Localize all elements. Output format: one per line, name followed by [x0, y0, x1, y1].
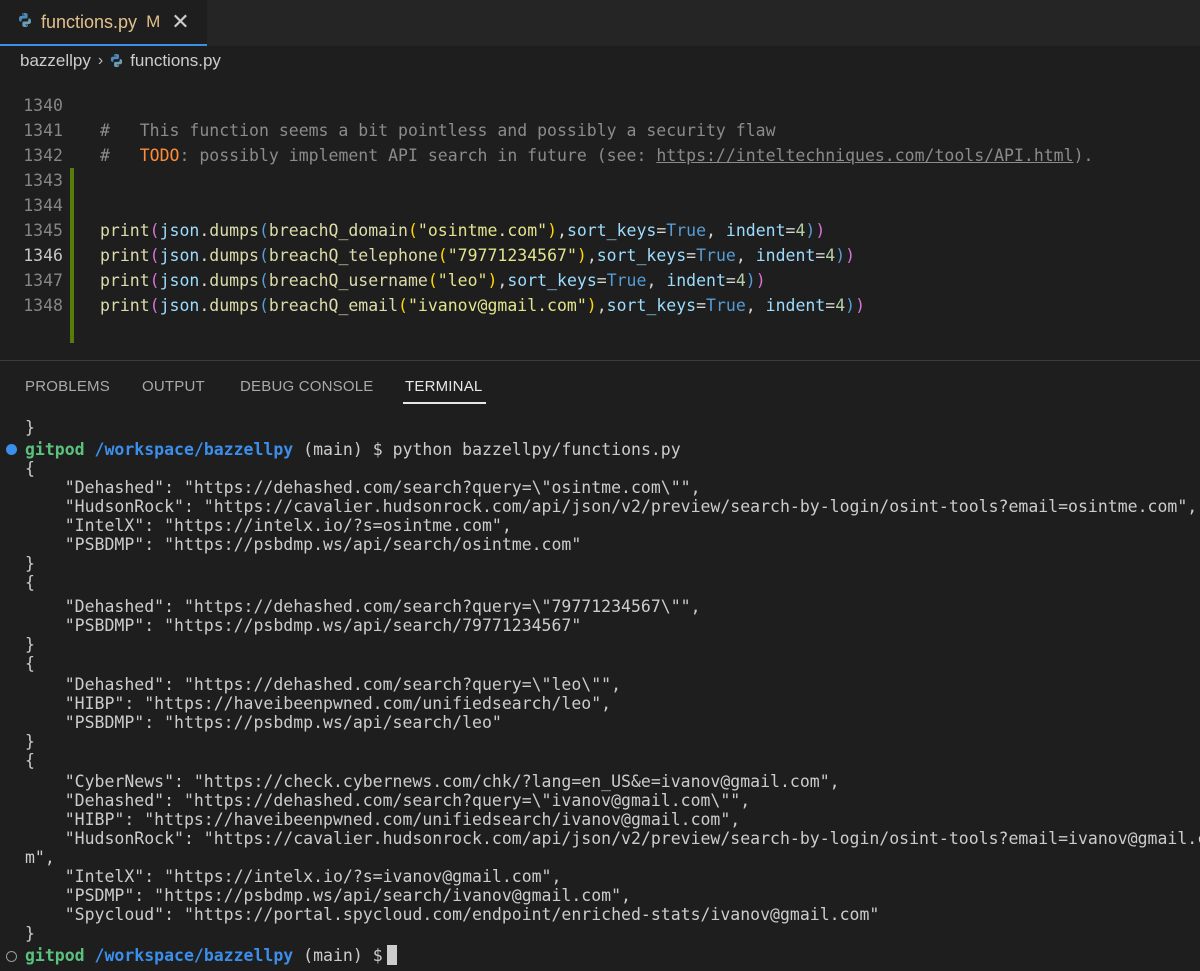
modified-badge: M: [146, 12, 161, 31]
command-success-dot-icon[interactable]: [6, 444, 17, 455]
tab-output[interactable]: OUTPUT: [142, 378, 205, 395]
code-line: 1345 print(json.dumps(breachQ_username("…: [0, 193, 1200, 290]
code-line: 1348: [0, 268, 1200, 343]
terminal-line: {: [25, 751, 35, 770]
terminal-cursor: [386, 945, 397, 965]
terminal-line: "Spycloud": "https://portal.spycloud.com…: [25, 905, 880, 924]
terminal-line: {: [25, 654, 35, 673]
terminal-prompt-line: gitpod /workspace/bazzellpy (main) $: [25, 945, 397, 967]
terminal-prompt-line: gitpod /workspace/bazzellpy (main) $ pyt…: [25, 440, 681, 459]
python-file-icon: [17, 12, 33, 33]
panel-tab-bar: PROBLEMS OUTPUT DEBUG CONSOLE TERMINAL: [0, 361, 1200, 407]
code-editor[interactable]: 1340 # This function seems a bit pointle…: [0, 70, 1200, 358]
close-icon[interactable]: ✕: [171, 11, 189, 33]
chevron-right-icon: ›: [97, 52, 104, 69]
gutter-modified-marker: [70, 318, 74, 343]
terminal-line: "PSBDMP": "https://psbdmp.ws/api/search/…: [25, 616, 582, 635]
breadcrumb-file[interactable]: functions.py: [130, 51, 221, 71]
command-pending-dot-icon[interactable]: [6, 951, 17, 962]
terminal-command: python bazzellpy/functions.py: [392, 440, 681, 459]
gutter-modified-marker: [70, 293, 74, 318]
code-line: 1346 print(json.dumps(breachQ_email("iva…: [0, 218, 1200, 315]
code-line: 1347: [0, 243, 1200, 318]
code-line: 1343 print(json.dumps(breachQ_domain("os…: [0, 143, 1200, 240]
tab-terminal[interactable]: TERMINAL: [405, 378, 482, 395]
breadcrumb-root[interactable]: bazzellpy: [20, 51, 91, 71]
active-tab-indicator: [403, 402, 486, 404]
tab-problems[interactable]: PROBLEMS: [25, 378, 110, 395]
terminal-output[interactable]: } gitpod /workspace/bazzellpy (main) $ p…: [0, 414, 1200, 971]
code-line: 1342: [0, 118, 1200, 193]
tab-filename: functions.py: [41, 11, 138, 32]
tab-functions-py[interactable]: functions.py M ✕: [0, 0, 207, 46]
code-line: 1341 # TODO: possibly implement API sear…: [0, 93, 1200, 165]
terminal-line: "PSBDMP": "https://psbdmp.ws/api/search/…: [25, 713, 502, 732]
terminal-line: }: [25, 418, 35, 437]
python-file-icon: [109, 51, 124, 71]
code-line: 1344 print(json.dumps(breachQ_telephone(…: [0, 168, 1200, 265]
terminal-line: "PSBDMP": "https://psbdmp.ws/api/search/…: [25, 535, 582, 554]
line-number: 1348: [23, 296, 63, 315]
terminal-line: {: [25, 573, 35, 592]
terminal-line: }: [25, 924, 35, 943]
editor-tab-bar: functions.py M ✕: [0, 0, 1200, 46]
tab-debug-console[interactable]: DEBUG CONSOLE: [240, 378, 373, 395]
terminal-line: "HudsonRock": "https://cavalier.hudsonro…: [25, 829, 1200, 848]
code-statement: print(json.dumps(breachQ_email("ivanov@g…: [100, 296, 865, 315]
code-line: 1340 # This function seems a bit pointle…: [0, 70, 1200, 140]
